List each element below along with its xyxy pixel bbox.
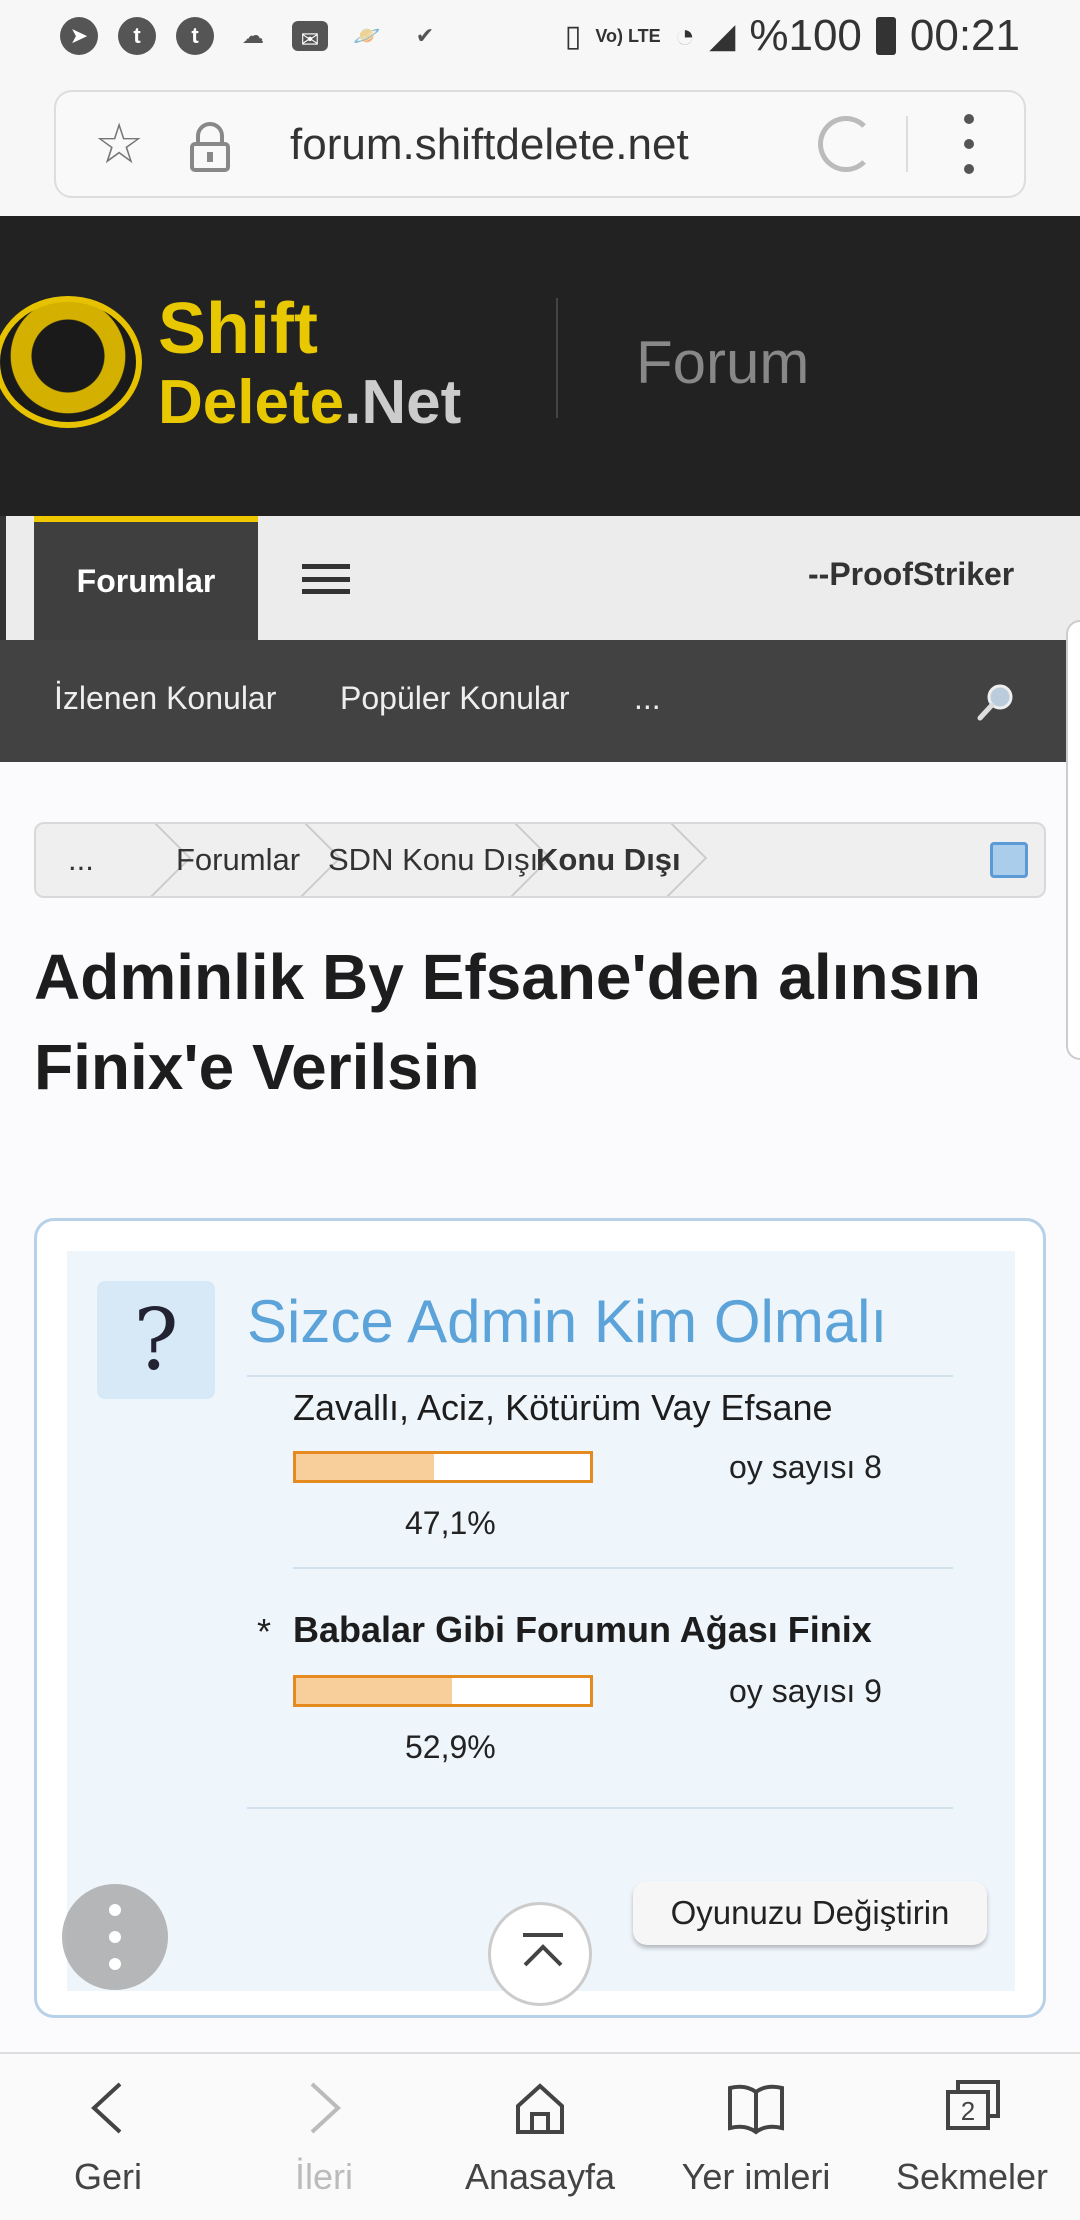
poll-option-divider bbox=[293, 1567, 953, 1569]
lock-icon[interactable] bbox=[188, 122, 232, 172]
site-header: Shift Delete.Net Forum bbox=[0, 216, 1080, 516]
poll-result-fill bbox=[296, 1454, 435, 1480]
poll-title: Sizce Admin Kim Olmalı bbox=[247, 1288, 888, 1355]
sub-navigation: İzlenen Konular Popüler Konular ... bbox=[0, 640, 1080, 762]
tumblr-icon: t bbox=[176, 17, 214, 55]
mail-icon: ✉ bbox=[292, 21, 328, 52]
breadcrumb-separator bbox=[124, 824, 164, 896]
weather-icon: ☁ bbox=[242, 23, 264, 48]
external-link-icon[interactable] bbox=[990, 842, 1028, 878]
poll-divider bbox=[247, 1375, 953, 1377]
poll-option-label: Babalar Gibi Forumun Ağası Finix bbox=[293, 1609, 872, 1650]
tab-bar-edge bbox=[0, 516, 6, 640]
home-button[interactable]: Anasayfa bbox=[432, 2054, 648, 2220]
more-actions-icon[interactable] bbox=[62, 1884, 168, 1990]
change-vote-button[interactable]: Oyunuzu Değiştirin bbox=[633, 1881, 987, 1945]
tab-forumlar[interactable]: Forumlar bbox=[34, 516, 258, 640]
search-icon[interactable] bbox=[976, 682, 1016, 722]
tabs-label: Sekmeler bbox=[895, 2156, 1049, 2197]
poll-percentage: 47,1% bbox=[405, 1505, 496, 1541]
vibration-icon: ▯ bbox=[564, 19, 582, 53]
nav-popular-threads[interactable]: Popüler Konular bbox=[340, 680, 569, 717]
breadcrumb: ... Forumlar SDN Konu Dışı Konu Dışı bbox=[34, 822, 1046, 898]
bookmarks-button[interactable]: Yer imleri bbox=[648, 2054, 864, 2220]
poll-vote-count: oy sayısı 8 bbox=[729, 1449, 882, 1485]
status-bar: ➤ t t ☁ ✉ 🪐 ✔ ▯ Vo) LTE ◔ ◢ %100 00:21 bbox=[0, 0, 1080, 72]
notification-icons: ➤ t t ☁ ✉ 🪐 ✔ bbox=[60, 17, 444, 55]
user-account-link[interactable]: --ProofStriker bbox=[808, 556, 1014, 593]
tumblr-icon: t bbox=[118, 17, 156, 55]
chevron-left-icon bbox=[91, 2082, 122, 2134]
telegram-icon: ➤ bbox=[60, 17, 98, 55]
reload-icon[interactable] bbox=[818, 116, 874, 172]
shiftdelete-logo-icon[interactable] bbox=[0, 296, 142, 428]
breadcrumb-separator bbox=[640, 824, 680, 896]
chevron-right-icon bbox=[310, 2082, 341, 2134]
back-button[interactable]: Geri bbox=[0, 2054, 216, 2220]
logo-line-1: Shift bbox=[158, 289, 318, 369]
clock: 00:21 bbox=[909, 11, 1020, 60]
page-content: ... Forumlar SDN Konu Dışı Konu Dışı Adm… bbox=[0, 762, 1080, 2052]
back-label: Geri bbox=[73, 2156, 142, 2197]
poll-container: ? Sizce Admin Kim Olmalı Zavallı, Aciz, … bbox=[34, 1218, 1046, 2018]
address-bar[interactable]: ☆ forum.shiftdelete.net bbox=[54, 90, 1026, 198]
thread-title-line-1: Adminlik By Efsane'den alınsın bbox=[34, 941, 981, 1013]
forward-label: İleri bbox=[294, 2156, 353, 2197]
poll-option-label: Zavallı, Aciz, Kötürüm Vay Efsane bbox=[293, 1387, 833, 1428]
check-icon: ✔ bbox=[415, 23, 435, 48]
signal-icon: ◢ bbox=[709, 17, 736, 55]
hamburger-menu-icon[interactable] bbox=[302, 564, 350, 594]
bookmark-star-icon[interactable]: ☆ bbox=[94, 114, 144, 174]
site-logo[interactable]: Shift Delete.Net bbox=[158, 289, 462, 438]
bookmarks-label: Yer imleri bbox=[681, 2156, 831, 2197]
poll-result-bar bbox=[293, 1451, 593, 1483]
planet-icon: 🪐 bbox=[353, 23, 381, 48]
tabs-icon: 2 bbox=[946, 2080, 1000, 2130]
tabs-count: 2 bbox=[961, 2096, 975, 2126]
home-icon bbox=[516, 2083, 564, 2134]
header-divider bbox=[556, 298, 558, 418]
header-section-title: Forum bbox=[636, 329, 810, 396]
poll-vote-count: oy sayısı 9 bbox=[729, 1673, 882, 1709]
nav-more[interactable]: ... bbox=[634, 680, 661, 717]
thread-title: Adminlik By Efsane'den alınsın Finix'e V… bbox=[34, 932, 1034, 1112]
thread-title-line-2: Finix'e Verilsin bbox=[34, 1031, 480, 1103]
side-panel-handle[interactable] bbox=[1066, 620, 1080, 1060]
tabs-button[interactable]: 2 Sekmeler bbox=[864, 2054, 1080, 2220]
poll-result-fill bbox=[296, 1678, 452, 1704]
battery-text: %100 bbox=[749, 11, 862, 60]
main-tab-bar: Forumlar --ProofStriker bbox=[0, 516, 1080, 640]
voted-marker: * bbox=[257, 1611, 272, 1652]
book-icon bbox=[728, 2084, 784, 2135]
scroll-to-top-icon[interactable] bbox=[488, 1902, 592, 2006]
divider bbox=[906, 116, 908, 172]
logo-line-2b: .Net bbox=[344, 368, 462, 437]
breadcrumb-separator bbox=[274, 824, 314, 896]
breadcrumb-item-home[interactable]: ... bbox=[68, 842, 94, 878]
nav-watched-threads[interactable]: İzlenen Konular bbox=[54, 680, 276, 717]
volte-indicator: Vo) LTE bbox=[595, 26, 661, 46]
chevron-up-icon bbox=[523, 1944, 563, 1967]
url-text[interactable]: forum.shiftdelete.net bbox=[290, 120, 689, 170]
browser-bottom-nav: Geri İleri Anasayfa Yer imleri 2 Sekmele… bbox=[0, 2052, 1080, 2220]
battery-icon bbox=[875, 17, 896, 55]
breadcrumb-separator bbox=[484, 824, 524, 896]
poll-divider bbox=[247, 1807, 953, 1809]
poll-result-bar bbox=[293, 1675, 593, 1707]
forward-button[interactable]: İleri bbox=[216, 2054, 432, 2220]
logo-line-2a: Delete bbox=[158, 368, 345, 437]
poll-percentage: 52,9% bbox=[405, 1729, 496, 1765]
wifi-icon: ◔ bbox=[674, 16, 696, 55]
more-options-icon[interactable] bbox=[964, 114, 976, 174]
question-mark-icon: ? bbox=[97, 1281, 215, 1399]
home-label: Anasayfa bbox=[464, 2156, 616, 2197]
poll-body: ? Sizce Admin Kim Olmalı Zavallı, Aciz, … bbox=[67, 1251, 1015, 1991]
browser-toolbar: ☆ forum.shiftdelete.net bbox=[0, 72, 1080, 216]
